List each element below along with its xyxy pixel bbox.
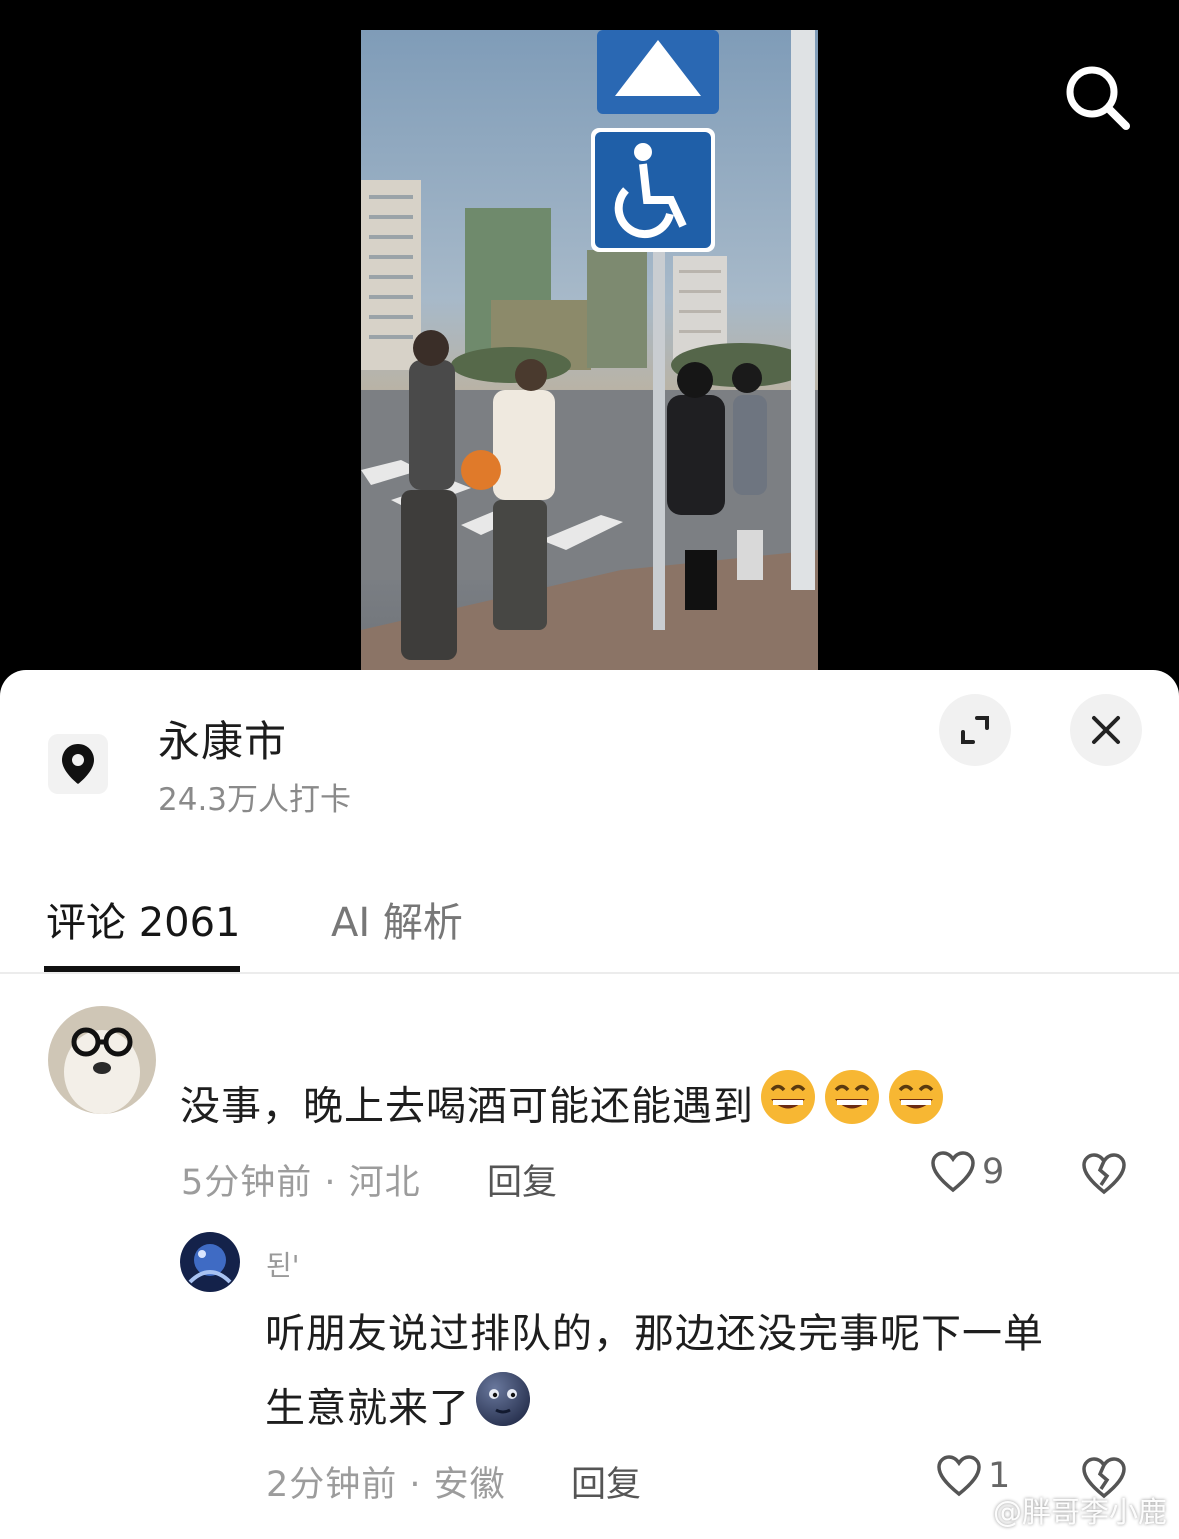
new-moon-face-icon (474, 1370, 532, 1451)
comment-meta: 5分钟前 · 河北 (181, 1163, 421, 1203)
location-name[interactable]: 永康市 (158, 708, 287, 769)
heart-icon (931, 1151, 975, 1193)
street-scene-image (361, 30, 818, 670)
comment-body: 没事，晚上去喝酒可能还能遇到 (180, 1083, 754, 1130)
location-pin-icon (62, 744, 94, 784)
location-checkins: 24.3万人打卡 (158, 782, 352, 818)
close-icon (1092, 716, 1120, 744)
location-pin-button[interactable] (48, 734, 108, 794)
avatar[interactable] (180, 1232, 240, 1292)
watermark: @胖哥李小鹿 (959, 1489, 1167, 1531)
avatar[interactable] (48, 1006, 156, 1114)
broken-heart-icon (1082, 1153, 1126, 1195)
grinning-face-icon (758, 1068, 818, 1149)
video-player[interactable] (0, 0, 1179, 690)
like-count: 9 (982, 1152, 1005, 1192)
reply-body: 生意就来了 (265, 1385, 470, 1432)
blue-art-avatar-icon (180, 1232, 240, 1292)
reply-text-line1: 听朋友说过排队的，那边还没完事呢下一单 (265, 1311, 1044, 1357)
reply-button[interactable]: 回复 (487, 1154, 557, 1205)
grinning-face-icon (822, 1068, 882, 1149)
reply-author[interactable]: 된' (266, 1244, 299, 1284)
grinning-face-icon (886, 1068, 946, 1149)
weibo-logo-icon (959, 1498, 992, 1524)
reply-text-line2: 生意就来了 (265, 1370, 532, 1451)
tab-bar: 评论 2061 AI 解析 (0, 870, 1179, 974)
expand-button[interactable] (939, 694, 1011, 766)
watermark-text: @胖哥李小鹿 (992, 1495, 1167, 1529)
reply-meta: 2分钟前 · 安徽 (266, 1465, 506, 1505)
reply-button[interactable]: 回复 (571, 1456, 641, 1507)
tab-ai-analysis[interactable]: AI 解析 (331, 890, 463, 948)
dislike-button[interactable] (1080, 1152, 1128, 1200)
search-button[interactable] (1058, 58, 1138, 138)
comments-sheet: 永康市 24.3万人打卡 评论 2061 AI 解析 没事，晚上去喝酒可能还能遇… (0, 670, 1179, 1539)
expand-icon (961, 716, 989, 744)
active-tab-indicator (44, 966, 240, 972)
comment-text: 没事，晚上去喝酒可能还能遇到 (180, 1068, 946, 1149)
video-frame (361, 30, 818, 670)
dog-avatar-icon (48, 1006, 156, 1114)
close-button[interactable] (1070, 694, 1142, 766)
like-button[interactable]: 9 (930, 1150, 1004, 1194)
tab-comments[interactable]: 评论 2061 (46, 890, 241, 948)
search-icon (1066, 66, 1130, 130)
